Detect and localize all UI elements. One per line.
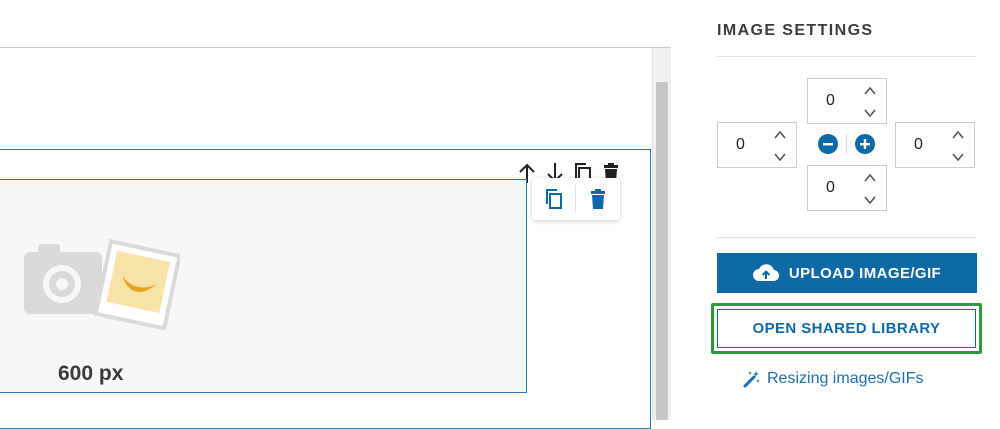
- chevron-up-icon[interactable]: [772, 127, 788, 143]
- padding-right-value[interactable]: 0: [896, 123, 941, 167]
- padding-bottom-stepper[interactable]: 0: [807, 165, 887, 211]
- padding-right-stepper[interactable]: 0: [895, 122, 975, 168]
- image-size-label: 600 px: [58, 362, 124, 385]
- upload-image-button[interactable]: UPLOAD IMAGE/GIF: [717, 253, 977, 293]
- chevron-down-icon[interactable]: [862, 105, 878, 121]
- divider: [717, 56, 976, 57]
- canvas-scrollbar-thumb[interactable]: [656, 82, 668, 420]
- image-toolbar: [532, 178, 620, 220]
- camera-and-photo-placeholder-icon: [20, 238, 182, 331]
- chevron-down-icon[interactable]: [772, 149, 788, 165]
- chevron-up-icon[interactable]: [862, 83, 878, 99]
- padding-bottom-value[interactable]: 0: [808, 166, 853, 210]
- panel-title: IMAGE SETTINGS: [717, 22, 874, 39]
- open-shared-library-button[interactable]: OPEN SHARED LIBRARY: [717, 309, 976, 348]
- resizing-help-link[interactable]: Resizing images/GIFs: [743, 370, 963, 388]
- decrease-padding-button[interactable]: [818, 134, 838, 154]
- image-delete-button[interactable]: [576, 178, 619, 220]
- padding-left-value[interactable]: 0: [718, 123, 763, 167]
- chevron-down-icon[interactable]: [950, 149, 966, 165]
- image-duplicate-button[interactable]: [532, 178, 575, 220]
- upload-image-label: UPLOAD IMAGE/GIF: [788, 264, 942, 282]
- delete-icon: [590, 189, 605, 209]
- divider: [717, 237, 976, 238]
- chevron-up-icon[interactable]: [950, 127, 966, 143]
- chevron-up-icon[interactable]: [862, 170, 878, 186]
- padding-top-value[interactable]: 0: [808, 79, 853, 123]
- increase-padding-button[interactable]: [855, 134, 875, 154]
- minus-icon: [823, 143, 833, 146]
- cloud-upload-icon: [752, 264, 779, 282]
- chevron-down-icon[interactable]: [862, 192, 878, 208]
- magic-wand-icon: [743, 371, 760, 388]
- plus-icon: [860, 139, 870, 149]
- resizing-help-label: Resizing images/GIFs: [767, 370, 924, 387]
- padding-control-divider: [846, 134, 847, 154]
- padding-top-stepper[interactable]: 0: [807, 78, 887, 124]
- open-shared-library-label: OPEN SHARED LIBRARY: [752, 320, 941, 337]
- padding-left-stepper[interactable]: 0: [717, 122, 797, 168]
- duplicate-icon: [545, 189, 562, 209]
